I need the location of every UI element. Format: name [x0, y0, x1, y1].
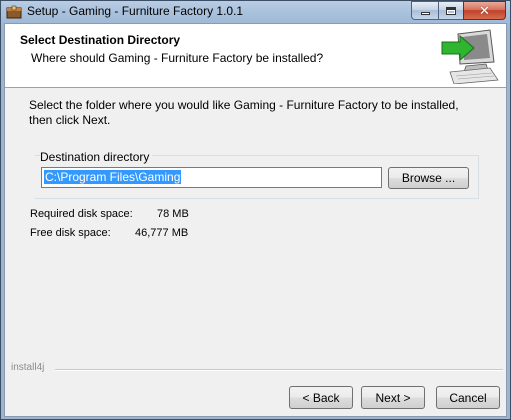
destination-group-label: Destination directory: [40, 150, 153, 164]
minimize-button[interactable]: [411, 1, 438, 20]
maximize-button[interactable]: [438, 1, 463, 20]
browse-button[interactable]: Browse ...: [388, 167, 469, 189]
destination-directory-value: C:\Program Files\Gaming: [44, 170, 182, 184]
computer-install-arrow-icon: [441, 29, 499, 84]
required-space-row: Required disk space: 78 MB: [30, 208, 189, 220]
free-space-value: 46,777 MB: [135, 227, 189, 239]
required-space-value: 78 MB: [157, 208, 189, 220]
destination-directory-input[interactable]: C:\Program Files\Gaming: [41, 167, 382, 188]
page-subtitle: Where should Gaming - Furniture Factory …: [31, 51, 324, 65]
close-button[interactable]: ✕: [463, 1, 506, 20]
dialog-client-area: Select Destination Directory Where shoul…: [4, 23, 507, 417]
caption-buttons: ✕: [411, 1, 506, 20]
maximize-icon: [446, 6, 456, 15]
installer-window: Setup - Gaming - Furniture Factory 1.0.1…: [0, 0, 511, 420]
free-space-row: Free disk space: 46,777 MB: [30, 227, 188, 239]
page-title: Select Destination Directory: [20, 33, 181, 47]
wizard-header: Select Destination Directory Where shoul…: [5, 24, 506, 88]
window-title: Setup - Gaming - Furniture Factory 1.0.1: [27, 4, 244, 18]
minimize-icon: [420, 12, 430, 15]
cancel-button[interactable]: Cancel: [436, 386, 500, 409]
required-space-label: Required disk space:: [30, 208, 133, 220]
back-button[interactable]: < Back: [289, 386, 353, 409]
close-icon: ✕: [479, 3, 490, 18]
footer-divider: [55, 369, 503, 371]
next-button[interactable]: Next >: [361, 386, 425, 409]
instruction-text: Select the folder where you would like G…: [29, 98, 459, 127]
installer-box-icon: [6, 5, 22, 19]
installer-brand: install4j: [11, 362, 45, 373]
free-space-label: Free disk space:: [30, 227, 111, 239]
title-bar[interactable]: Setup - Gaming - Furniture Factory 1.0.1…: [1, 1, 510, 23]
